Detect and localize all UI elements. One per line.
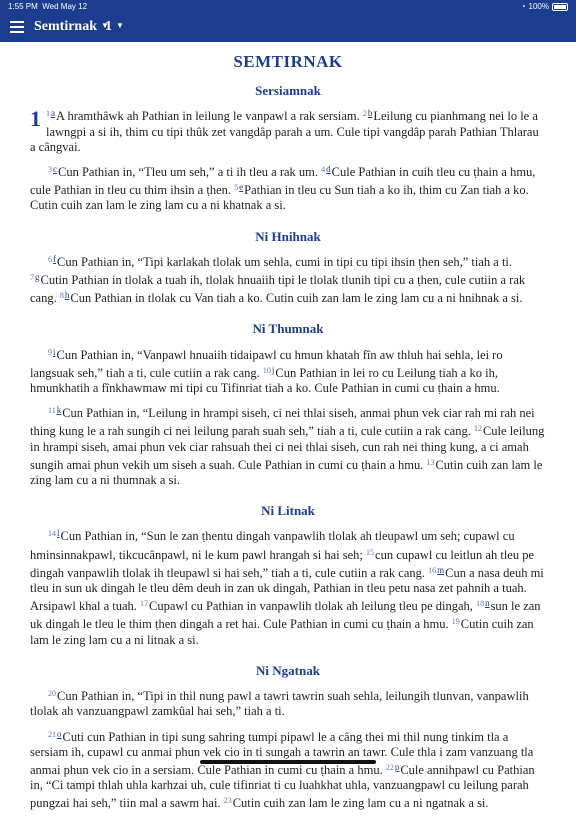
verse-number[interactable]: 7 [30, 273, 34, 282]
verse-text[interactable]: Cun Pathian in, “Tipi karlakah tlolak um… [57, 255, 512, 269]
footnote-link[interactable]: d [326, 164, 331, 174]
verse-number[interactable]: 16 [428, 566, 436, 575]
verse-text[interactable]: Cun Pathian in, “Tleu um seh,” a ti ih t… [58, 165, 321, 179]
status-bar: 1:55 PM Wed May 12 ◔ 100% [0, 0, 576, 14]
verse-text[interactable]: Cun Pathian in tlolak cu Van tiah a ko. … [70, 291, 522, 305]
section-heading: Ni Litnak [261, 503, 315, 519]
book-selector-label: Semtirnak [34, 19, 97, 34]
navigation-bar: Semtirnak ▼ 1 ▼ [0, 14, 576, 42]
verse-paragraph: 21oCuti cun Pathian in tipi sung sahring… [30, 727, 546, 812]
battery-percent: 100% [528, 2, 549, 11]
verse-text[interactable]: A hramthâwk ah Pathian in leilung le van… [56, 109, 363, 123]
reading-pane[interactable]: SEMTIRNAK Sersiamnak 1 1aA hramthâwk ah Pa… [30, 50, 546, 827]
section-heading: Ni Thumnak [252, 321, 324, 337]
footnote-link[interactable]: n [485, 598, 490, 608]
verse-paragraph: 1 1aA hramthâwk ah Pathian in leilung le … [30, 106, 546, 155]
verse-number[interactable]: 20 [48, 689, 56, 698]
status-time-date: 1:55 PM Wed May 12 [8, 2, 87, 11]
section-heading: Sersiamnak [255, 83, 321, 99]
chevron-down-icon: ▼ [116, 21, 124, 30]
verse-text[interactable]: Cun Pathian in, “Tipi in thil nung pawl … [30, 689, 529, 718]
footnote-link[interactable]: h [65, 290, 70, 300]
verse-paragraph: 20Cun Pathian in, “Tipi in thil nung paw… [30, 686, 546, 719]
verse-text[interactable]: Cun Pathian in, “Leilung in hrampi siseh… [30, 406, 535, 438]
verse-number[interactable]: 18 [476, 599, 484, 608]
verse-paragraph: 11kCun Pathian in, “Leilung in hrampi si… [30, 403, 546, 488]
status-time: 1:55 PM [8, 2, 38, 11]
verse-number[interactable]: 22 [386, 763, 394, 772]
verse-text[interactable]: Cutin cuih zan lam le zing lam cu a ni n… [233, 796, 489, 810]
footnote-link[interactable]: b [368, 108, 373, 118]
verse-paragraph: 14lCun Pathian in, “Sun le zan ṭhentu di… [30, 526, 546, 647]
verse-number[interactable]: 11 [48, 406, 56, 415]
battery-icon [552, 2, 568, 11]
status-right: ◔ 100% [521, 2, 568, 11]
verse-text[interactable]: Cupawl cu Pathian in vanpawlih tlolak ah… [149, 599, 476, 613]
footnote-link[interactable]: i [53, 347, 56, 357]
verse-number[interactable]: 19 [452, 617, 460, 626]
chapter-number: 1 [30, 106, 41, 132]
verse-number[interactable]: 8 [60, 291, 64, 300]
verse-number[interactable]: 17 [140, 599, 148, 608]
verse-number[interactable]: 10 [263, 366, 271, 375]
verse-number[interactable]: 21 [48, 730, 56, 739]
section-heading: Ni Hnihnak [255, 228, 321, 244]
footnote-link[interactable]: a [51, 108, 55, 118]
footnote-link[interactable]: k [57, 405, 62, 415]
verse-paragraph: 3cCun Pathian in, “Tleu um seh,” a ti ih… [30, 162, 546, 214]
verse-number[interactable]: 3 [48, 165, 52, 174]
home-indicator[interactable] [200, 760, 376, 764]
status-date: Wed May 12 [42, 2, 88, 11]
footnote-link[interactable]: g [35, 272, 40, 282]
verse-paragraph: 6fCun Pathian in, “Tipi karlakah tlolak … [30, 252, 546, 307]
footnote-link[interactable]: o [57, 729, 62, 739]
verse-paragraph: 9iCun Pathian in, “Vanpawl hnuaiih tidai… [30, 345, 546, 397]
footnote-link[interactable]: c [53, 164, 57, 174]
footnote-link[interactable]: p [395, 762, 400, 772]
verse-number[interactable]: 14 [48, 529, 56, 538]
footnote-link[interactable]: l [57, 528, 60, 538]
chapter-selector[interactable]: 1 ▼ [105, 19, 124, 35]
verse-number[interactable]: 5 [234, 183, 238, 192]
book-title: SEMTIRNAK [233, 52, 343, 71]
verse-number[interactable]: 12 [474, 424, 482, 433]
verse-number[interactable]: 6 [48, 255, 52, 264]
footnote-link[interactable]: m [437, 565, 444, 575]
verse-number[interactable]: 1 [46, 109, 50, 118]
verse-number[interactable]: 9 [48, 348, 52, 357]
wifi-icon: ◔ [520, 2, 526, 11]
footnote-link[interactable]: f [53, 254, 56, 264]
verse-number[interactable]: 23 [224, 796, 232, 805]
verse-number[interactable]: 15 [366, 548, 374, 557]
verse-number[interactable]: 4 [321, 165, 325, 174]
footnote-link[interactable]: e [239, 182, 243, 192]
menu-icon[interactable] [10, 21, 24, 33]
section-heading: Ni Ngatnak [256, 662, 320, 678]
book-selector[interactable]: Semtirnak ▼ [34, 19, 109, 35]
verse-number[interactable]: 13 [426, 458, 434, 467]
chapter-selector-label: 1 [105, 19, 112, 34]
verse-number[interactable]: 2 [363, 109, 367, 118]
